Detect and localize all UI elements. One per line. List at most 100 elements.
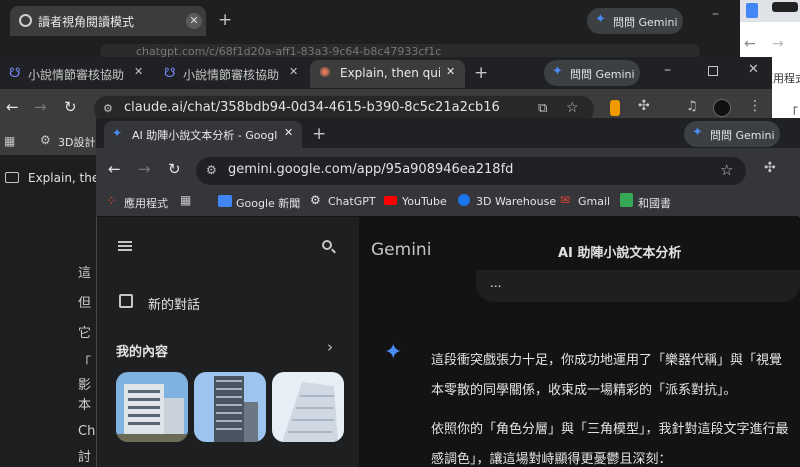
middle-apps-grid-icon[interactable]: ▦ bbox=[4, 134, 15, 148]
site-info-icon[interactable]: ⚙ bbox=[206, 163, 217, 177]
middle-bookmark-3d[interactable]: 3D設計 bbox=[58, 134, 96, 150]
hamburger-menu-mid-line bbox=[118, 245, 132, 247]
chevron-right-icon[interactable]: › bbox=[327, 338, 333, 356]
bookmark-star-icon[interactable]: ☆ bbox=[566, 100, 579, 116]
google-news-icon bbox=[218, 195, 232, 207]
middle-text-fragment: 本 bbox=[78, 398, 92, 413]
gmail-icon: ✉ bbox=[560, 193, 571, 207]
bookmark-chatgpt[interactable]: ChatGPT bbox=[328, 195, 376, 208]
claude-favicon-icon: ☋ bbox=[164, 66, 176, 81]
docs-icon bbox=[746, 3, 758, 18]
front-tab-close-icon[interactable]: ✕ bbox=[284, 126, 293, 139]
middle-tab-3-title: Explain, then quiz m bbox=[340, 66, 440, 80]
middle-tab-1-close-icon[interactable]: ✕ bbox=[134, 65, 143, 78]
front-omnibox[interactable]: ⚙ gemini.google.com/app/95a908946ea218fd… bbox=[196, 157, 746, 185]
content-thumbnail-1[interactable] bbox=[116, 372, 188, 442]
middle-maximize-icon[interactable] bbox=[708, 66, 718, 76]
front-new-tab-icon[interactable]: + bbox=[312, 124, 326, 144]
middle-chat-title[interactable]: Explain, then bbox=[28, 171, 96, 185]
my-content-heading[interactable]: 我的內容 bbox=[116, 341, 168, 360]
youtube-icon bbox=[384, 196, 397, 205]
tab-groups-grid-icon[interactable]: ▦ bbox=[180, 193, 191, 207]
response-line: 感調色」，讓這場對峙顯得更憂鬱且深刻： bbox=[431, 452, 672, 467]
middle-tab-3-close-icon[interactable]: ✕ bbox=[446, 65, 455, 78]
back-tab-close-icon[interactable]: ✕ bbox=[186, 13, 202, 29]
user-message-collapsed[interactable]: ... bbox=[490, 276, 501, 290]
bookmark-google-news[interactable]: Google 新聞 bbox=[236, 195, 300, 211]
3d-warehouse-icon bbox=[458, 194, 470, 206]
back-new-tab-icon[interactable]: + bbox=[218, 10, 232, 30]
claude-favicon-icon: ☋ bbox=[9, 66, 21, 81]
apps-colored-grid-icon[interactable]: ⁘ bbox=[106, 194, 117, 209]
front-gemini-chip-label: 問問 Gemini bbox=[710, 129, 775, 142]
back-tab[interactable]: 讀者視角閱讀模式 ✕ bbox=[10, 6, 206, 36]
extension-orange-icon[interactable] bbox=[610, 100, 620, 116]
content-thumbnail-2[interactable] bbox=[194, 372, 266, 442]
middle-text-fragment: 討 bbox=[78, 450, 92, 465]
middle-new-tab-icon[interactable]: + bbox=[474, 63, 488, 83]
back-gemini-chip[interactable]: ✦ 問問 Gemini bbox=[587, 8, 683, 34]
bookmark-star-icon[interactable]: ☆ bbox=[720, 161, 733, 179]
middle-tab-2[interactable]: ☋ 小說情節審核協助 - [ ✕ bbox=[155, 60, 308, 88]
chat-title: AI 助陣小說文本分析 bbox=[558, 246, 682, 261]
install-app-icon[interactable]: ⧉ bbox=[538, 101, 547, 116]
middle-text-fragment: 這 bbox=[78, 266, 92, 281]
bookmark-gmail[interactable]: Gmail bbox=[578, 195, 610, 208]
right-window-ink-mark bbox=[772, 2, 798, 12]
bookmark-3d-warehouse[interactable]: 3D Warehouse bbox=[476, 195, 556, 208]
book-bookmark-icon bbox=[620, 193, 633, 207]
bookmark-apps[interactable]: 應用程式 bbox=[124, 195, 168, 211]
middle-menu-icon[interactable]: ⋮ bbox=[748, 98, 762, 114]
middle-reload-icon[interactable]: ↻ bbox=[64, 98, 77, 116]
right-forward-icon[interactable]: → bbox=[772, 36, 784, 52]
bookmark-book[interactable]: 和國書 bbox=[638, 195, 671, 211]
middle-tab-3-active[interactable]: ✺ Explain, then quiz m ✕ bbox=[310, 60, 465, 88]
middle-gemini-chip-label: 問問 Gemini bbox=[570, 68, 635, 81]
middle-text-fragment: 它 bbox=[78, 326, 92, 341]
gemini-sparkle-icon: ✦ bbox=[112, 126, 123, 140]
gemini-brand[interactable]: Gemini bbox=[371, 240, 431, 260]
extensions-puzzle-icon[interactable]: ✣ bbox=[638, 98, 650, 114]
front-omnibox-url: gemini.google.com/app/95a908946ea218fd bbox=[228, 162, 514, 177]
middle-tab-1-title: 小說情節審核協助 - [ bbox=[28, 68, 128, 82]
gemini-sparkle-icon: ✦ bbox=[595, 12, 606, 27]
right-back-icon[interactable]: ← bbox=[744, 36, 756, 52]
response-line: 本零散的同學關係，收束成一場精彩的「派系對抗」。 bbox=[431, 383, 737, 398]
front-back-icon[interactable]: ← bbox=[108, 160, 121, 178]
new-chat-edit-icon[interactable] bbox=[119, 294, 133, 308]
middle-back-icon[interactable]: ← bbox=[6, 98, 19, 116]
front-bookmarks-bar bbox=[96, 188, 800, 216]
middle-text-fragment: 影 bbox=[78, 378, 92, 393]
front-tab-title: AI 助陣小說文本分析 - Google bbox=[132, 129, 278, 142]
profile-avatar[interactable] bbox=[713, 99, 731, 117]
gemini-sparkle-icon: ✦ bbox=[552, 64, 563, 79]
bookmark-youtube[interactable]: YouTube bbox=[402, 195, 447, 208]
chatgpt-favicon-icon bbox=[19, 14, 32, 27]
back-minimize-icon[interactable]: – bbox=[712, 6, 719, 22]
middle-close-window-icon[interactable]: ✕ bbox=[748, 62, 759, 77]
sidebar-toggle-icon[interactable] bbox=[5, 172, 19, 183]
front-gemini-chip[interactable]: ✦ 問問 Gemini bbox=[684, 121, 780, 147]
right-light-window-titlebar bbox=[740, 0, 800, 22]
middle-forward-icon[interactable]: → bbox=[34, 98, 47, 116]
new-chat-button[interactable]: 新的對話 bbox=[148, 294, 200, 313]
content-thumbnail-3[interactable] bbox=[272, 372, 344, 442]
front-forward-icon[interactable]: → bbox=[138, 160, 151, 178]
middle-tab-2-title: 小說情節審核協助 - [ bbox=[183, 68, 283, 82]
middle-text-fragment: 「 bbox=[78, 356, 92, 371]
middle-gemini-chip[interactable]: ✦ 問問 Gemini bbox=[544, 60, 640, 86]
middle-minimize-icon[interactable]: – bbox=[664, 62, 671, 78]
claude-starburst-icon: ✺ bbox=[319, 65, 331, 81]
chatgpt-bookmark-icon: ⚙ bbox=[310, 193, 321, 207]
gemini-sparkle-icon: ✦ bbox=[692, 125, 703, 140]
media-control-icon[interactable]: ♫ bbox=[686, 99, 698, 114]
front-active-tab[interactable]: ✦ AI 助陣小說文本分析 - Google ✕ bbox=[104, 121, 302, 148]
middle-tab-2-close-icon[interactable]: ✕ bbox=[289, 65, 298, 78]
site-info-icon[interactable]: ⚙ bbox=[103, 102, 113, 115]
gemini-sparkle-avatar-icon: ✦ bbox=[384, 340, 403, 365]
front-reload-icon[interactable]: ↻ bbox=[168, 160, 181, 178]
middle-tab-1[interactable]: ☋ 小說情節審核協助 - [ ✕ bbox=[0, 60, 155, 88]
front-extensions-icon[interactable]: ✣ bbox=[764, 160, 776, 176]
middle-omnibox-url: claude.ai/chat/358bdb94-0d34-4615-b390-8… bbox=[124, 100, 500, 115]
response-line: 依照你的「角色分層」與「三角模型」，我針對這段文字進行最 bbox=[431, 422, 789, 437]
